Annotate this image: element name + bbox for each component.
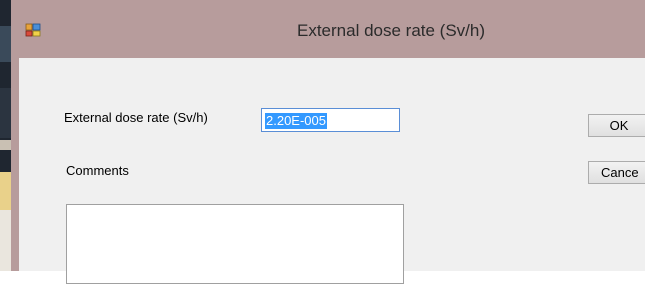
application-icon[interactable] xyxy=(25,22,41,38)
dose-rate-label: External dose rate (Sv/h) xyxy=(64,110,208,125)
comments-textarea[interactable] xyxy=(66,204,404,284)
desktop-fragment xyxy=(0,172,11,210)
desktop-fragment xyxy=(0,26,11,62)
dose-rate-input[interactable]: 2.20E-005 xyxy=(261,108,400,132)
desktop-fragment xyxy=(0,140,11,150)
dialog-client-area: External dose rate (Sv/h) 2.20E-005 Comm… xyxy=(19,58,645,284)
dose-rate-value: 2.20E-005 xyxy=(265,113,327,129)
desktop-fragment xyxy=(0,88,11,138)
background-desktop-strip xyxy=(0,0,11,271)
dialog-window: External dose rate (Sv/h) External dose … xyxy=(11,0,645,284)
cancel-button[interactable]: Cance xyxy=(588,161,645,184)
ok-button[interactable]: OK xyxy=(588,114,645,137)
desktop-fragment xyxy=(0,210,11,271)
window-title: External dose rate (Sv/h) xyxy=(296,21,486,40)
comments-label: Comments xyxy=(66,163,129,178)
title-bar[interactable]: External dose rate (Sv/h) xyxy=(11,0,645,58)
